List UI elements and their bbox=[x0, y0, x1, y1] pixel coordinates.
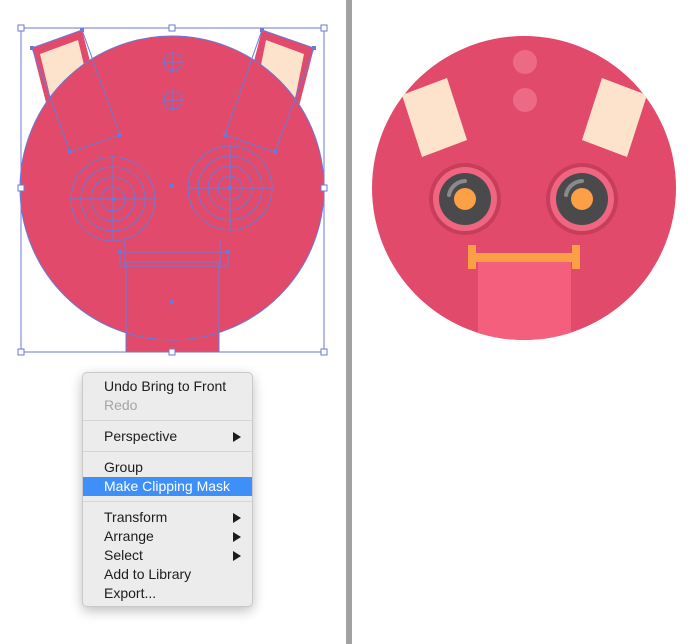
left-eye bbox=[429, 163, 501, 235]
submenu-arrow-icon bbox=[233, 432, 241, 442]
artboard-editing-pane[interactable]: Undo Bring to Front Redo Perspective Gro… bbox=[0, 0, 346, 644]
menu-item-perspective[interactable]: Perspective bbox=[83, 427, 252, 446]
menu-item-label: Group bbox=[104, 459, 143, 475]
menu-item-label: Make Clipping Mask bbox=[104, 478, 231, 494]
right-eye bbox=[546, 163, 618, 235]
tongue-shape[interactable] bbox=[126, 262, 219, 352]
menu-item-make-clipping-mask[interactable]: Make Clipping Mask bbox=[83, 477, 252, 496]
submenu-arrow-icon bbox=[233, 532, 241, 542]
result-preview-pane bbox=[352, 0, 700, 644]
tongue bbox=[478, 262, 571, 340]
submenu-arrow-icon bbox=[233, 513, 241, 523]
menu-item-export[interactable]: Export... bbox=[83, 584, 252, 603]
menu-item-label: Select bbox=[104, 547, 143, 563]
menu-item-redo: Redo bbox=[83, 396, 252, 415]
result-canvas bbox=[372, 36, 676, 340]
menu-item-label: Perspective bbox=[104, 428, 178, 444]
menu-separator bbox=[83, 501, 252, 502]
menu-item-label: Undo Bring to Front bbox=[104, 378, 227, 394]
menu-item-add-to-library[interactable]: Add to Library bbox=[83, 565, 252, 584]
menu-item-label: Export... bbox=[104, 585, 157, 601]
menu-item-label: Transform bbox=[104, 509, 168, 525]
forehead-dot-top bbox=[513, 50, 537, 74]
menu-item-label: Add to Library bbox=[104, 566, 192, 582]
menu-item-group[interactable]: Group bbox=[83, 458, 252, 477]
submenu-arrow-icon bbox=[233, 551, 241, 561]
context-menu[interactable]: Undo Bring to Front Redo Perspective Gro… bbox=[82, 372, 253, 607]
menu-item-arrange[interactable]: Arrange bbox=[83, 527, 252, 546]
menu-separator bbox=[83, 420, 252, 421]
forehead-dot-bottom bbox=[513, 88, 537, 112]
menu-item-undo-bring-to-front[interactable]: Undo Bring to Front bbox=[83, 377, 252, 396]
menu-item-label: Arrange bbox=[104, 528, 154, 544]
menu-item-label: Redo bbox=[104, 397, 138, 413]
menu-separator bbox=[83, 451, 252, 452]
menu-item-transform[interactable]: Transform bbox=[83, 508, 252, 527]
menu-item-select[interactable]: Select bbox=[83, 546, 252, 565]
